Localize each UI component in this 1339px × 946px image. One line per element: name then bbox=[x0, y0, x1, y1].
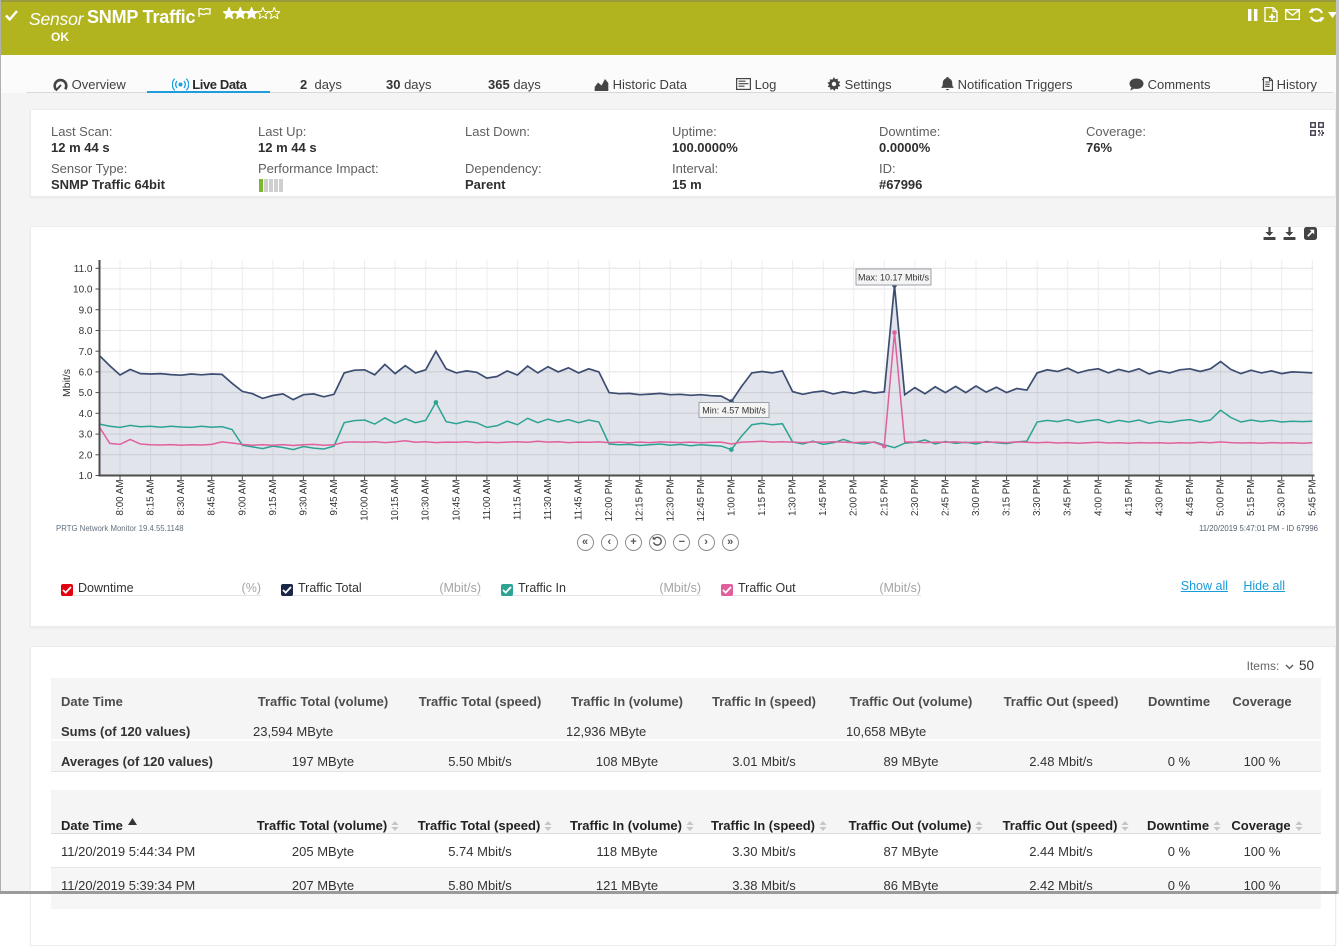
svg-text:5:15 PM: 5:15 PM bbox=[1246, 480, 1257, 517]
svg-text:5:30 PM: 5:30 PM bbox=[1277, 480, 1288, 517]
svg-text:10.0: 10.0 bbox=[73, 285, 93, 296]
svg-text:3.0: 3.0 bbox=[79, 430, 93, 441]
svg-text:2:45 PM: 2:45 PM bbox=[940, 480, 951, 517]
svg-text:12:00 PM: 12:00 PM bbox=[604, 480, 615, 522]
svg-text:4:00 PM: 4:00 PM bbox=[1093, 480, 1104, 517]
svg-text:8:00 AM: 8:00 AM bbox=[115, 480, 126, 516]
svg-text:3:15 PM: 3:15 PM bbox=[1002, 480, 1013, 517]
svg-text:5.0: 5.0 bbox=[79, 388, 93, 399]
svg-text:9.0: 9.0 bbox=[79, 305, 93, 316]
svg-text:9:30 AM: 9:30 AM bbox=[298, 480, 309, 516]
svg-text:1:30 PM: 1:30 PM bbox=[788, 480, 799, 517]
svg-text:Max: 10.17 Mbit/s: Max: 10.17 Mbit/s bbox=[858, 273, 930, 283]
svg-text:10:00 AM: 10:00 AM bbox=[360, 480, 371, 521]
svg-text:2:15 PM: 2:15 PM bbox=[879, 480, 890, 517]
svg-text:3:45 PM: 3:45 PM bbox=[1063, 480, 1074, 517]
svg-text:12:30 PM: 12:30 PM bbox=[665, 480, 676, 522]
svg-text:10:30 AM: 10:30 AM bbox=[421, 480, 432, 521]
svg-text:2:30 PM: 2:30 PM bbox=[910, 480, 921, 517]
svg-text:9:00 AM: 9:00 AM bbox=[237, 480, 248, 516]
svg-text:12:45 PM: 12:45 PM bbox=[696, 480, 707, 522]
svg-text:8:45 AM: 8:45 AM bbox=[207, 480, 218, 516]
svg-text:9:15 AM: 9:15 AM bbox=[268, 480, 279, 516]
svg-text:8:30 AM: 8:30 AM bbox=[176, 480, 187, 516]
svg-text:11:45 AM: 11:45 AM bbox=[574, 480, 585, 521]
svg-text:1.0: 1.0 bbox=[79, 471, 93, 482]
svg-text:5:45 PM: 5:45 PM bbox=[1307, 480, 1318, 517]
svg-text:10:45 AM: 10:45 AM bbox=[451, 480, 462, 521]
svg-text:Mbit/s: Mbit/s bbox=[61, 369, 73, 397]
svg-text:PRTG Network Monitor 19.4.55.1: PRTG Network Monitor 19.4.55.1148 bbox=[56, 524, 184, 533]
svg-text:8.0: 8.0 bbox=[79, 326, 93, 337]
svg-text:12:15 PM: 12:15 PM bbox=[635, 480, 646, 522]
svg-text:9:45 AM: 9:45 AM bbox=[329, 480, 340, 516]
svg-text:1:00 PM: 1:00 PM bbox=[726, 480, 737, 517]
svg-text:4:45 PM: 4:45 PM bbox=[1185, 480, 1196, 517]
svg-text:11:00 AM: 11:00 AM bbox=[482, 480, 493, 521]
svg-text:11.0: 11.0 bbox=[74, 264, 93, 275]
svg-text:3:30 PM: 3:30 PM bbox=[1032, 479, 1043, 516]
svg-text:1:15 PM: 1:15 PM bbox=[757, 480, 768, 517]
svg-text:Min: 4.57 Mbit/s: Min: 4.57 Mbit/s bbox=[702, 406, 766, 416]
svg-text:10:15 AM: 10:15 AM bbox=[390, 480, 401, 521]
svg-text:8:15 AM: 8:15 AM bbox=[146, 480, 157, 516]
svg-text:4:30 PM: 4:30 PM bbox=[1154, 480, 1165, 517]
svg-text:2:00 PM: 2:00 PM bbox=[849, 480, 860, 517]
svg-text:1:45 PM: 1:45 PM bbox=[818, 480, 829, 517]
svg-text:2.0: 2.0 bbox=[79, 450, 93, 461]
svg-text:11:30 AM: 11:30 AM bbox=[543, 480, 554, 521]
svg-text:3:00 PM: 3:00 PM bbox=[971, 480, 982, 517]
svg-text:4.0: 4.0 bbox=[79, 409, 93, 420]
svg-text:4:15 PM: 4:15 PM bbox=[1124, 480, 1135, 517]
svg-text:11/20/2019 5:47:01 PM - ID 679: 11/20/2019 5:47:01 PM - ID 67996 bbox=[1199, 524, 1318, 533]
svg-text:7.0: 7.0 bbox=[79, 347, 93, 358]
svg-text:11:15 AM: 11:15 AM bbox=[512, 480, 523, 521]
svg-text:5:00 PM: 5:00 PM bbox=[1216, 480, 1227, 517]
svg-text:6.0: 6.0 bbox=[79, 368, 93, 379]
